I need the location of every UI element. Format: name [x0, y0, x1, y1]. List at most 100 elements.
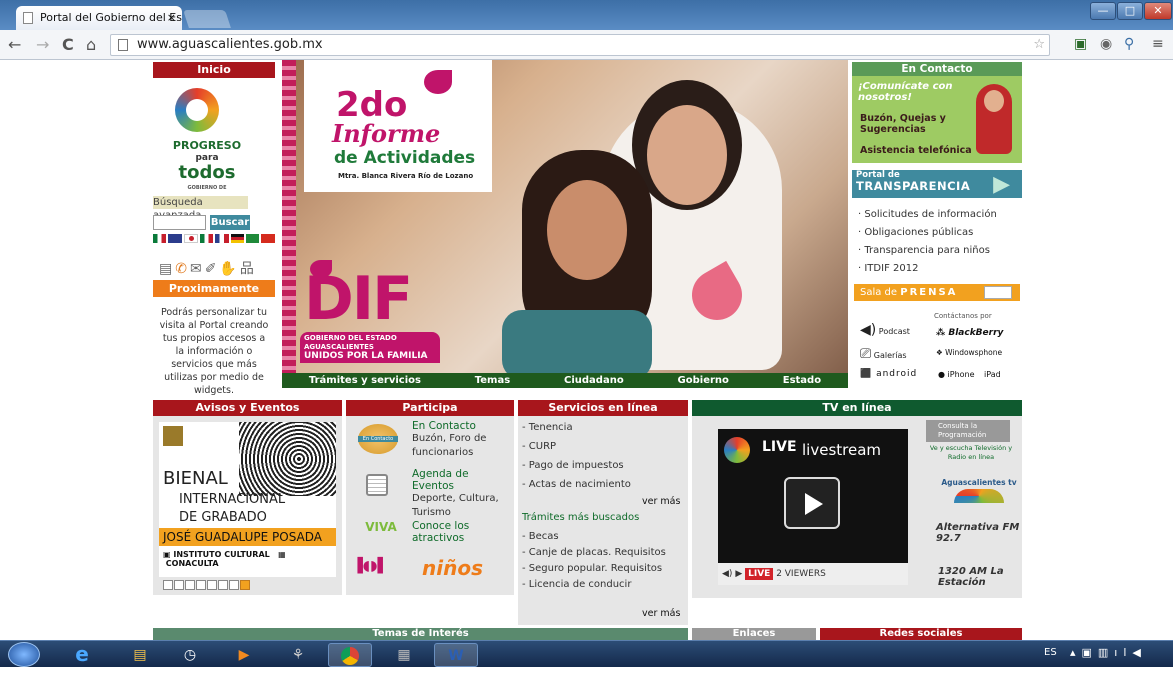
tab-title: Portal del Gobierno del Es — [40, 11, 182, 24]
asistencia-link[interactable]: Asistencia telefónica — [860, 145, 972, 156]
servicio-pago[interactable]: - Pago de impuestos — [522, 456, 684, 475]
nav-gobierno[interactable]: Gobierno — [678, 373, 729, 388]
play-icon[interactable]: ▶ — [735, 569, 742, 579]
itdif-link[interactable]: · ITDIF 2012 — [858, 260, 1022, 278]
solicitudes-link[interactable]: · Solicitudes de información — [858, 206, 1022, 224]
app-icon[interactable]: ⚘ — [276, 643, 320, 667]
buzon-link[interactable]: Buzón, Quejas y Sugerencias — [860, 113, 960, 135]
dif-text: DIF — [304, 264, 413, 334]
ipad-link[interactable]: iPad — [984, 370, 1001, 379]
system-tray-icons[interactable]: ▴▣▥ıl◀ — [1070, 646, 1147, 659]
bienal-banner[interactable]: BIENAL INTERNACIONAL DE GRABADO JOSÉ GUA… — [159, 422, 336, 577]
url-text: www.aguascalientes.gob.mx — [137, 37, 323, 52]
android-link[interactable]: ⬛ android — [860, 369, 917, 379]
informe-number: 2do — [336, 85, 408, 125]
dif-banner: GOBIERNO DEL ESTADO AGUASCALIENTES UNIDO… — [300, 332, 440, 363]
live-label: LIVE — [762, 439, 797, 455]
tv-header: TV en línea — [692, 400, 1022, 416]
eye-icon[interactable]: ◉ — [1100, 36, 1112, 52]
participa-item-contacto[interactable]: En Contacto Buzón, Foro de funcionarios — [412, 420, 512, 460]
nav-temas[interactable]: Temas — [475, 373, 510, 388]
tramite-licencia[interactable]: - Licencia de conducir — [522, 576, 684, 592]
sala-prensa-banner[interactable]: Sala de PRENSA — [854, 284, 1020, 301]
extension-icon[interactable]: ▣ — [1074, 36, 1087, 52]
player-controls[interactable]: ◀) ▶ LIVE 2 VIEWERS — [718, 563, 908, 585]
nav-estado[interactable]: Estado — [783, 373, 821, 388]
address-bar[interactable]: www.aguascalientes.gob.mx ☆ — [110, 34, 1050, 56]
hero-banner[interactable]: 2do Informe de Actividades Mtra. Blanca … — [282, 60, 848, 388]
galerias-link[interactable]: ⎚ Galerías — [860, 346, 907, 362]
livestream-player[interactable]: LIVE livestream ◀) ▶ LIVE 2 VIEWERS — [718, 429, 908, 585]
inicio-link[interactable]: Inicio — [153, 62, 275, 78]
search-button[interactable]: Buscar — [210, 215, 250, 230]
blackberry-link[interactable]: ⁂ BlackBerry — [936, 328, 1003, 338]
word-icon[interactable]: W — [434, 643, 478, 667]
servicio-curp[interactable]: - CURP — [522, 437, 684, 456]
windowsphone-link[interactable]: ❖ Windowsphone — [936, 348, 1002, 357]
calculator-icon[interactable]: ▦ — [382, 643, 426, 667]
forward-icon[interactable]: → — [36, 35, 49, 54]
servicio-tenencia[interactable]: - Tenencia — [522, 418, 684, 437]
transparencia-ninos-link[interactable]: · Transparencia para niños — [858, 242, 1022, 260]
temas-interes-header: Temas de Interés — [153, 628, 688, 640]
page-icon — [23, 12, 33, 24]
woman-face — [647, 105, 727, 205]
search-icon[interactable]: ⚲ — [1124, 36, 1134, 52]
ver-mas-tramites-link[interactable]: ver más — [642, 608, 680, 619]
ninos-banner[interactable]: ▐◖◗▌ niños — [352, 556, 508, 582]
ver-mas-link[interactable]: ver más — [642, 496, 680, 507]
consulta-programacion-button[interactable]: Consulta la Programación — [926, 420, 1010, 442]
start-button[interactable] — [8, 642, 40, 667]
internet-explorer-icon[interactable]: e — [60, 643, 104, 667]
redes-sociales-header: Redes sociales — [820, 628, 1022, 640]
nav-ciudadano[interactable]: Ciudadano — [564, 373, 624, 388]
browser-tab-strip: Portal del Gobierno del Es × — □ ✕ — [0, 0, 1173, 30]
informe-card[interactable]: 2do Informe de Actividades Mtra. Blanca … — [304, 60, 492, 192]
participa-header: Participa — [346, 400, 514, 416]
nav-tramites[interactable]: Trámites y servicios — [309, 373, 421, 388]
transparencia-banner[interactable]: Portal de TRANSPARENCIA ▶ — [852, 170, 1022, 198]
dif-logo[interactable]: DIF GOBIERNO DEL ESTADO AGUASCALIENTES U… — [300, 260, 440, 370]
clock-app-icon[interactable]: ◷ — [168, 643, 212, 667]
servicio-actas[interactable]: - Actas de nacimiento — [522, 475, 684, 494]
girl-shirt — [502, 310, 652, 380]
podcast-link[interactable]: ◀) Podcast — [860, 322, 910, 338]
maximize-button[interactable]: □ — [1117, 2, 1143, 20]
reload-icon[interactable]: C — [62, 35, 74, 54]
web-page: Inicio PROGRESO para todos GOBIERNO DE A… — [0, 60, 1173, 640]
carousel-dots[interactable] — [163, 580, 250, 590]
menu-icon[interactable]: ≡ — [1152, 36, 1164, 52]
minimize-button[interactable]: — — [1090, 2, 1116, 20]
proximamente-header: Proximamente — [153, 280, 275, 297]
back-icon[interactable]: ← — [8, 35, 21, 54]
home-icon[interactable]: ⌂ — [86, 35, 96, 54]
advanced-search-link[interactable]: Búsqueda avanzada — [153, 196, 248, 221]
tab-close-icon[interactable]: × — [167, 6, 176, 30]
obligaciones-link[interactable]: · Obligaciones públicas — [858, 224, 1022, 242]
bookmark-star-icon[interactable]: ☆ — [1033, 35, 1045, 55]
media-player-icon[interactable]: ▶ — [222, 643, 266, 667]
la-estacion-link[interactable]: 1320 AM La Estación — [938, 566, 1018, 588]
language-indicator[interactable]: ES — [1044, 647, 1057, 658]
volume-icon[interactable]: ◀) — [722, 569, 732, 579]
close-window-button[interactable]: ✕ — [1144, 2, 1172, 20]
aguascalientes-tv-link[interactable]: Aguascalientes tv — [940, 478, 1018, 503]
avisos-header: Avisos y Eventos — [153, 400, 342, 416]
file-explorer-icon[interactable]: ▤ — [118, 643, 162, 667]
alternativa-fm-link[interactable]: Alternativa FM 92.7 — [936, 522, 1020, 544]
tramite-becas[interactable]: - Becas — [522, 528, 684, 544]
accessibility-icons[interactable]: ▤✆✉✐✋品 — [159, 258, 257, 278]
participa-item-atractivos[interactable]: Conoce los atractivos — [412, 520, 512, 544]
tramite-canje[interactable]: - Canje de placas. Requisitos — [522, 544, 684, 560]
browser-tab[interactable]: Portal del Gobierno del Es × — [16, 6, 182, 30]
chrome-taskbar-icon[interactable] — [328, 643, 372, 667]
language-flags[interactable] — [153, 234, 275, 243]
search-input[interactable] — [153, 215, 206, 230]
iphone-link[interactable]: ● iPhone — [938, 370, 975, 379]
tramite-seguro[interactable]: - Seguro popular. Requisitos — [522, 560, 684, 576]
play-button[interactable] — [784, 477, 840, 529]
new-tab-button[interactable] — [183, 10, 231, 28]
tramites-title: Trámites más buscados — [522, 512, 640, 523]
participa-item-agenda[interactable]: Agenda de Eventos Deporte, Cultura, Turi… — [412, 468, 512, 520]
contact-box[interactable]: ¡Comunícate con nosotros! Buzón, Quejas … — [852, 76, 1022, 163]
